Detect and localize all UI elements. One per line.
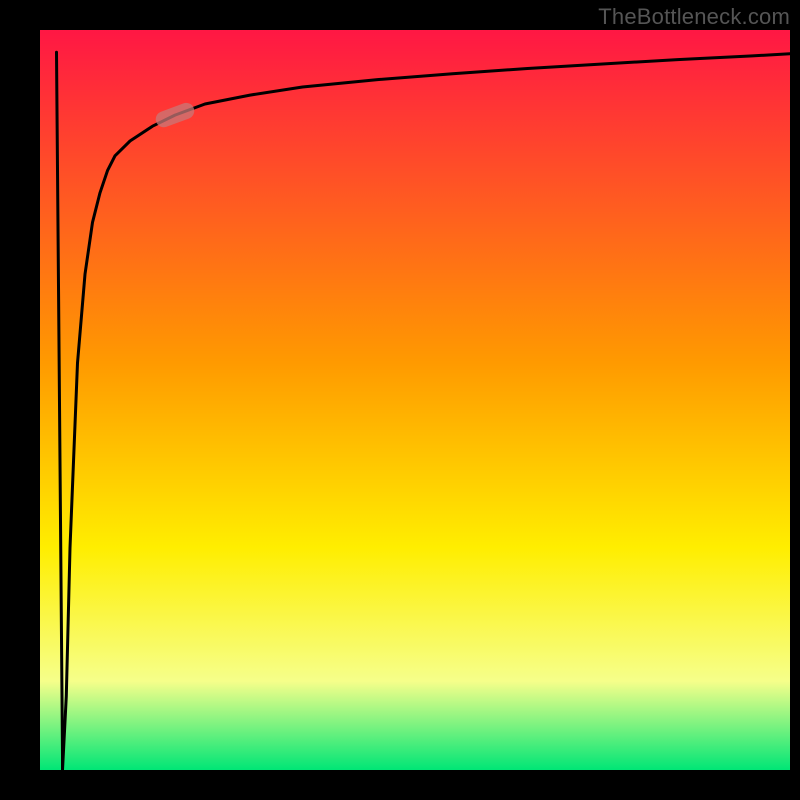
bottleneck-chart [40, 30, 790, 770]
watermark-text: TheBottleneck.com [598, 4, 790, 30]
chart-svg [40, 30, 790, 770]
chart-frame: TheBottleneck.com [0, 0, 800, 800]
gradient-background [40, 30, 790, 770]
